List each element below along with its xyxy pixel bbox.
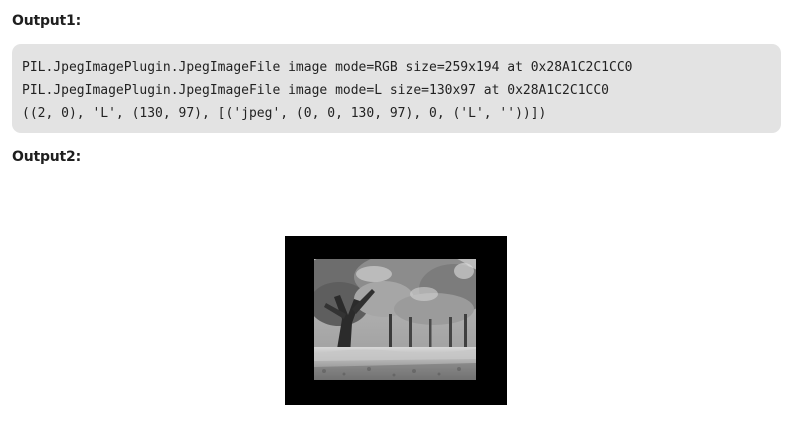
code-line-2: PIL.JpegImagePlugin.JpegImageFile image … [22, 83, 609, 98]
code-line-1: PIL.JpegImagePlugin.JpegImageFile image … [22, 60, 633, 75]
output1-code-block: PIL.JpegImagePlugin.JpegImageFile image … [12, 44, 781, 133]
output1-heading: Output1: [12, 13, 81, 29]
output2-heading: Output2: [12, 149, 81, 165]
code-line-3: ((2, 0), 'L', (130, 97), [('jpeg', (0, 0… [22, 106, 547, 121]
grayscale-tree-photo [314, 259, 476, 380]
output-image-frame [285, 236, 507, 405]
